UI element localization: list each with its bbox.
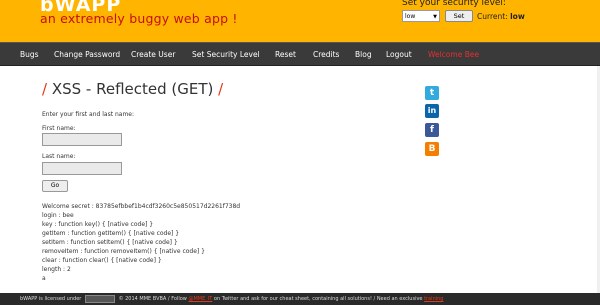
nav-bugs[interactable]: Bugs	[20, 50, 39, 59]
nav-logout[interactable]: Logout	[386, 50, 412, 59]
output-line: key : function key() { [native code] }	[42, 221, 154, 228]
security-level-select-value: low	[405, 13, 416, 20]
output-line: setItem : function setItem() { [native c…	[42, 239, 178, 246]
footer-copyright-text: © 2014 MME BVBA / Follow	[118, 296, 187, 302]
nav-set-security-level[interactable]: Set Security Level	[192, 50, 260, 59]
first-name-label: First name:	[42, 125, 76, 132]
last-name-input[interactable]	[42, 162, 122, 175]
output-line: Welcome secret : 83785efbbef1b4cdf3260c5…	[42, 203, 241, 210]
security-level-label: Set your security level:	[402, 0, 506, 8]
first-name-input[interactable]	[42, 133, 122, 146]
chevron-down-icon: ▼	[433, 14, 437, 20]
security-level-select[interactable]: low ▼	[402, 10, 440, 22]
current-level-prefix: Current:	[477, 11, 508, 21]
page-title-text: XSS - Reflected (GET)	[51, 80, 214, 98]
last-name-label: Last name:	[42, 153, 76, 160]
footer-twitter-link[interactable]: @MME_IT	[188, 296, 212, 302]
output-line: getItem : function getItem() { [native c…	[42, 230, 180, 237]
footer-cheatsheet-text: on Twitter and ask for our cheat sheet, …	[213, 296, 423, 302]
output-line: clear : function clear() { [native code]…	[42, 257, 162, 264]
set-security-button[interactable]: Set	[445, 10, 473, 22]
footer-training-link[interactable]: training	[424, 296, 443, 302]
go-button[interactable]: Go	[42, 180, 68, 192]
nav-change-password[interactable]: Change Password	[54, 50, 120, 59]
title-slash-left: /	[42, 80, 48, 98]
nav-create-user[interactable]: Create User	[131, 50, 175, 59]
title-slash-right: /	[218, 80, 224, 98]
nav-blog[interactable]: Blog	[355, 50, 372, 59]
output-line: a	[42, 275, 46, 282]
security-level-form: low ▼ Set Current: low	[402, 10, 525, 22]
facebook-icon[interactable]: f	[425, 123, 439, 137]
output-line: login : bee	[42, 212, 74, 219]
footer-license-text: bWAPP is licensed under	[20, 296, 82, 302]
form-intro: Enter your first and last name:	[42, 111, 135, 118]
main-nav: Bugs Change Password Create User Set Sec…	[0, 42, 600, 66]
header: bWAPP an extremely buggy web app ! Set y…	[0, 0, 600, 42]
linkedin-icon[interactable]: in	[425, 104, 439, 118]
blogger-icon[interactable]: B	[425, 142, 439, 156]
footer: bWAPP is licensed under © 2014 MME BVBA …	[0, 293, 600, 305]
current-security-level: Current: low	[477, 12, 525, 21]
twitter-icon[interactable]: t	[425, 86, 439, 100]
output-line: removeItem : function removeItem() { [na…	[42, 248, 205, 255]
nav-welcome-user[interactable]: Welcome Bee	[428, 50, 479, 59]
tagline: an extremely buggy web app !	[40, 11, 238, 26]
creative-commons-badge-icon[interactable]	[84, 294, 115, 303]
nav-reset[interactable]: Reset	[275, 50, 296, 59]
page-title: / XSS - Reflected (GET) /	[42, 80, 223, 98]
current-level-value: low	[510, 11, 525, 21]
nav-credits[interactable]: Credits	[313, 50, 339, 59]
output-line: length : 2	[42, 266, 71, 273]
